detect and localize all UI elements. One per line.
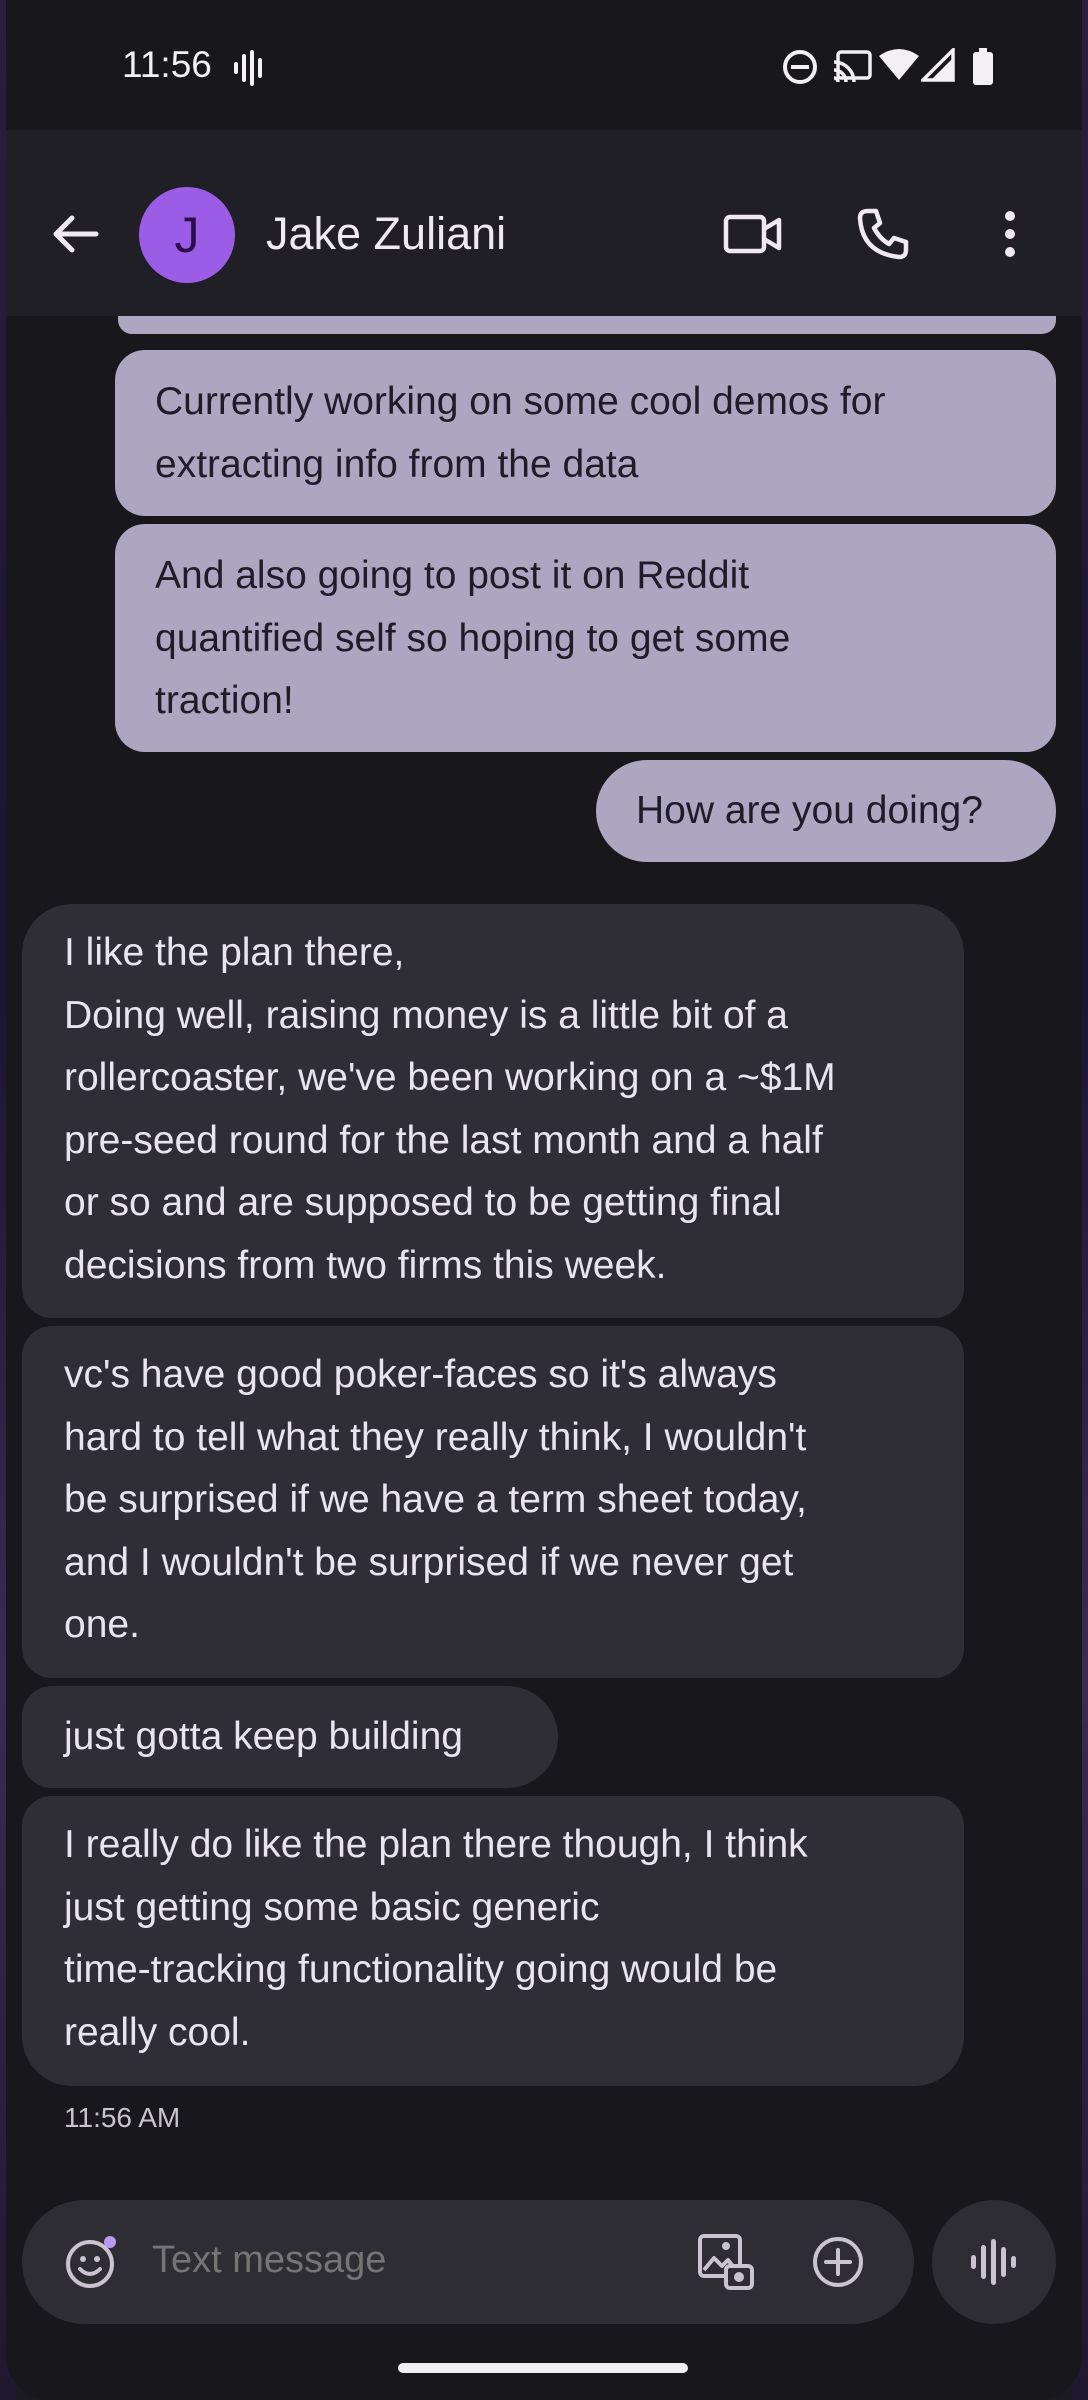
back-button[interactable]	[46, 204, 106, 264]
emoji-icon	[66, 2236, 116, 2288]
phone-icon	[857, 208, 909, 260]
message-input[interactable]	[150, 2238, 534, 2283]
conversation-app-bar: J Jake Zuliani	[6, 130, 1082, 316]
gallery-button[interactable]	[694, 2230, 758, 2294]
message-text: I really do like the plan there though, …	[64, 1823, 808, 2054]
voice-activity-icon	[232, 48, 268, 93]
gallery-icon	[698, 2234, 754, 2290]
message-text: Currently working on some cool demos for…	[155, 380, 886, 486]
messages-app: 11:56 J Jake Zuliani Currently working o…	[6, 0, 1082, 2400]
message-text: just gotta keep building	[64, 1715, 463, 1758]
message-timestamp: 11:56 AM	[64, 2102, 181, 2133]
add-attachment-button[interactable]	[806, 2230, 870, 2294]
message-bubble-incoming[interactable]: I like the plan there, Doing well, raisi…	[22, 904, 964, 1318]
battery-icon	[972, 48, 994, 91]
message-text: How are you doing?	[636, 789, 983, 832]
message-text: I like the plan there, Doing well, raisi…	[64, 931, 836, 1287]
video-call-button[interactable]	[721, 202, 785, 266]
cell-signal-icon	[918, 45, 955, 87]
more-options-button[interactable]	[978, 202, 1042, 266]
avatar[interactable]: J	[139, 187, 235, 283]
status-time: 11:56	[122, 44, 212, 85]
message-bubble-outgoing[interactable]: And also going to post it on Reddit quan…	[115, 524, 1056, 752]
voice-message-icon	[971, 2239, 1016, 2285]
compose-bar[interactable]	[22, 2200, 914, 2324]
message-bubble-outgoing[interactable]: How are you doing?	[596, 760, 1056, 862]
emoji-button[interactable]	[60, 2230, 124, 2294]
contact-name[interactable]: Jake Zuliani	[266, 208, 506, 260]
cast-icon	[832, 48, 872, 89]
message-bubble-partial[interactable]	[118, 316, 1056, 334]
add-icon	[813, 2237, 863, 2287]
wifi-icon	[879, 48, 919, 87]
more-options-icon	[1005, 211, 1015, 257]
message-list[interactable]: Currently working on some cool demos for…	[6, 316, 1082, 2186]
home-indicator[interactable]	[398, 2363, 688, 2373]
message-text: vc's have good poker-faces so it's alway…	[64, 1353, 807, 1646]
voice-message-button[interactable]	[932, 2200, 1056, 2324]
message-bubble-incoming[interactable]: vc's have good poker-faces so it's alway…	[22, 1326, 964, 1678]
message-bubble-incoming[interactable]: just gotta keep building	[22, 1686, 558, 1788]
message-text: And also going to post it on Reddit quan…	[155, 554, 791, 722]
message-bubble-outgoing[interactable]: Currently working on some cool demos for…	[115, 350, 1056, 516]
phone-call-button[interactable]	[851, 202, 915, 266]
message-bubble-incoming[interactable]: I really do like the plan there though, …	[22, 1796, 964, 2086]
back-arrow-icon	[53, 215, 99, 253]
status-bar: 11:56	[6, 0, 1082, 130]
video-call-icon	[723, 214, 782, 254]
do-not-disturb-icon	[781, 48, 819, 91]
